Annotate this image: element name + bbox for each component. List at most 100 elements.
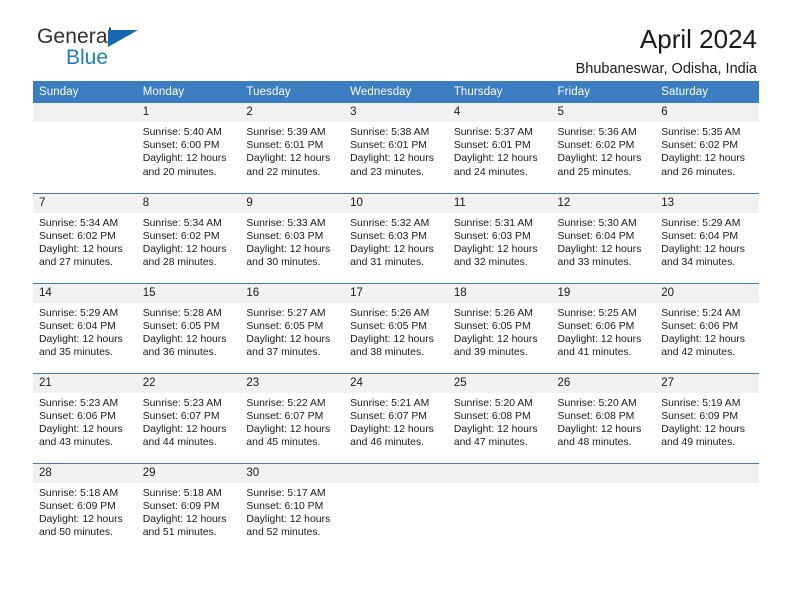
- day-number: 30: [240, 463, 345, 483]
- sunrise-text: Sunrise: 5:27 AM: [246, 307, 326, 319]
- calendar-day-cell[interactable]: 4 Sunrise: 5:37 AM Sunset: 6:01 PM Daylight…: [447, 103, 552, 193]
- sunrise-text: Sunrise: 5:23 AM: [39, 397, 119, 409]
- calendar-day-cell[interactable]: 18 Sunrise: 5:26 AM Sunset: 6:05 PM Dayligh…: [447, 282, 552, 373]
- sunrise-text: Sunrise: 5:20 AM: [557, 397, 637, 409]
- day-info: Sunrise: 5:31 AM Sunset: 6:03 PM Daylight:…: [448, 213, 552, 270]
- calendar-day-cell[interactable]: 14 Sunrise: 5:29 AM Sunset: 6:04 PM Dayligh…: [33, 282, 137, 373]
- calendar-header-row: Sunday Monday Tuesday Wednesday Thursday Frid…: [33, 81, 759, 103]
- calendar-day-cell[interactable]: 1 Sunrise: 5:40 AM Sunset: 6:00 PM Daylight…: [136, 103, 241, 193]
- calendar-day-cell[interactable]: 29 Sunrise: 5:18 AM Sunset: 6:09 PM Dayligh…: [136, 462, 241, 553]
- calendar-cell-empty: [344, 462, 448, 553]
- day-info: Sunrise: 5:23 AM Sunset: 6:07 PM Daylight:…: [137, 393, 241, 450]
- calendar-day-cell[interactable]: 21 Sunrise: 5:23 AM Sunset: 6:06 PM Dayligh…: [33, 372, 137, 463]
- sunrise-text: Sunrise: 5:40 AM: [142, 127, 222, 138]
- calendar-day-cell[interactable]: 15 Sunrise: 5:28 AM Sunset: 6:05 PM Dayligh…: [136, 282, 241, 373]
- calendar-day-cell[interactable]: 30 Sunrise: 5:17 AM Sunset: 6:10 PM Dayligh…: [240, 462, 345, 553]
- day-info: Sunrise: 5:18 AM Sunset: 6:09 PM Daylight:…: [33, 483, 137, 540]
- sunset-text: Sunset: 6:04 PM: [39, 320, 116, 332]
- day-number: 27: [655, 373, 759, 393]
- sunset-text: Sunset: 6:08 PM: [557, 410, 635, 422]
- calendar-day-cell[interactable]: 13 Sunrise: 5:29 AM Sunset: 6:04 PM Dayligh…: [655, 192, 759, 283]
- day-number: 6: [655, 103, 759, 122]
- day-number: 19: [551, 283, 656, 303]
- daylight-text: Daylight: 12 hours and 49 minutes.: [661, 423, 745, 449]
- sunrise-text: Sunrise: 5:23 AM: [142, 397, 222, 409]
- day-info: Sunrise: 5:26 AM Sunset: 6:05 PM Daylight:…: [448, 303, 552, 360]
- sunrise-text: Sunrise: 5:32 AM: [350, 217, 430, 229]
- sunset-text: Sunset: 6:06 PM: [661, 320, 739, 332]
- sunrise-text: Sunrise: 5:35 AM: [661, 127, 741, 138]
- day-info: Sunrise: 5:40 AM Sunset: 6:00 PM Daylight:…: [137, 122, 241, 179]
- day-number: 8: [136, 193, 241, 213]
- sunrise-text: Sunrise: 5:37 AM: [453, 127, 533, 138]
- sunset-text: Sunset: 6:03 PM: [246, 230, 324, 242]
- page-header: General Blue April 2024 Bhubaneswar, Odi…: [33, 0, 759, 77]
- calendar-day-cell[interactable]: 12 Sunrise: 5:30 AM Sunset: 6:04 PM Dayligh…: [551, 192, 656, 283]
- daylight-text: Daylight: 12 hours and 51 minutes.: [142, 513, 227, 539]
- day-info: Sunrise: 5:32 AM Sunset: 6:03 PM Daylight:…: [344, 213, 448, 270]
- calendar-day-cell[interactable]: 27 Sunrise: 5:19 AM Sunset: 6:09 PM Dayligh…: [655, 372, 759, 463]
- day-number: 15: [136, 283, 241, 303]
- sunrise-text: Sunrise: 5:18 AM: [142, 487, 222, 499]
- calendar-day-cell[interactable]: 2 Sunrise: 5:39 AM Sunset: 6:01 PM Daylight…: [240, 103, 345, 193]
- sunset-text: Sunset: 6:02 PM: [661, 140, 739, 152]
- day-info: Sunrise: 5:26 AM Sunset: 6:05 PM Daylight:…: [344, 303, 448, 360]
- calendar-day-cell[interactable]: 11 Sunrise: 5:31 AM Sunset: 6:03 PM Dayligh…: [447, 192, 552, 283]
- sunrise-text: Sunrise: 5:34 AM: [142, 217, 222, 229]
- brand-logo[interactable]: General Blue: [37, 26, 167, 76]
- calendar-day-cell[interactable]: 9 Sunrise: 5:33 AM Sunset: 6:03 PM Daylight…: [240, 192, 345, 283]
- calendar-day-cell[interactable]: 24 Sunrise: 5:21 AM Sunset: 6:07 PM Dayligh…: [344, 372, 448, 463]
- day-info: Sunrise: 5:20 AM Sunset: 6:08 PM Daylight:…: [552, 393, 656, 450]
- daylight-text: Daylight: 12 hours and 20 minutes.: [142, 153, 227, 178]
- day-info: Sunrise: 5:36 AM Sunset: 6:02 PM Daylight:…: [552, 122, 656, 179]
- sunset-text: Sunset: 6:05 PM: [453, 320, 531, 332]
- daylight-text: Daylight: 12 hours and 24 minutes.: [453, 153, 538, 178]
- day-number: 22: [136, 373, 241, 393]
- calendar-day-cell[interactable]: 16 Sunrise: 5:27 AM Sunset: 6:05 PM Dayligh…: [240, 282, 345, 373]
- day-info: Sunrise: 5:34 AM Sunset: 6:02 PM Daylight:…: [33, 213, 137, 270]
- day-number: 25: [447, 373, 552, 393]
- sunrise-text: Sunrise: 5:29 AM: [39, 307, 119, 319]
- sunrise-text: Sunrise: 5:26 AM: [350, 307, 430, 319]
- calendar-cell-empty: [655, 462, 759, 553]
- calendar-day-cell[interactable]: 5 Sunrise: 5:36 AM Sunset: 6:02 PM Daylight…: [551, 103, 656, 193]
- sunset-text: Sunset: 6:04 PM: [557, 230, 635, 242]
- daylight-text: Daylight: 12 hours and 42 minutes.: [661, 333, 745, 359]
- day-info: Sunrise: 5:18 AM Sunset: 6:09 PM Daylight:…: [137, 483, 241, 540]
- daylight-text: Daylight: 12 hours and 38 minutes.: [350, 333, 434, 359]
- day-number: 26: [551, 373, 656, 393]
- calendar-day-cell[interactable]: 6 Sunrise: 5:35 AM Sunset: 6:02 PM Daylight…: [655, 103, 759, 193]
- daylight-text: Daylight: 12 hours and 27 minutes.: [39, 243, 123, 269]
- calendar-day-cell[interactable]: 23 Sunrise: 5:22 AM Sunset: 6:07 PM Dayligh…: [240, 372, 345, 463]
- daylight-text: Daylight: 12 hours and 46 minutes.: [350, 423, 434, 449]
- calendar-day-cell[interactable]: 19 Sunrise: 5:25 AM Sunset: 6:06 PM Dayligh…: [551, 282, 656, 373]
- calendar-day-cell[interactable]: 17 Sunrise: 5:26 AM Sunset: 6:05 PM Dayligh…: [344, 282, 448, 373]
- sunset-text: Sunset: 6:02 PM: [142, 230, 220, 242]
- daylight-text: Daylight: 12 hours and 36 minutes.: [142, 333, 227, 359]
- day-number: 4: [447, 103, 552, 122]
- calendar-day-cell[interactable]: 26 Sunrise: 5:20 AM Sunset: 6:08 PM Dayligh…: [551, 372, 656, 463]
- daylight-text: Daylight: 12 hours and 25 minutes.: [557, 153, 642, 178]
- day-number: 17: [344, 283, 448, 303]
- calendar-day-cell[interactable]: 28 Sunrise: 5:18 AM Sunset: 6:09 PM Dayligh…: [33, 462, 137, 553]
- calendar-day-cell[interactable]: 25 Sunrise: 5:20 AM Sunset: 6:08 PM Dayligh…: [447, 372, 552, 463]
- day-info: Sunrise: 5:34 AM Sunset: 6:02 PM Daylight:…: [137, 213, 241, 270]
- calendar-day-cell[interactable]: 3 Sunrise: 5:38 AM Sunset: 6:01 PM Daylight…: [344, 103, 448, 193]
- calendar-day-cell[interactable]: 8 Sunrise: 5:34 AM Sunset: 6:02 PM Daylight…: [136, 192, 241, 283]
- day-info: Sunrise: 5:17 AM Sunset: 6:10 PM Daylight:…: [240, 483, 344, 540]
- calendar-day-cell[interactable]: 10 Sunrise: 5:32 AM Sunset: 6:03 PM Dayligh…: [344, 192, 448, 283]
- sunrise-text: Sunrise: 5:39 AM: [246, 127, 326, 138]
- calendar-day-cell[interactable]: 22 Sunrise: 5:23 AM Sunset: 6:07 PM Dayligh…: [136, 372, 241, 463]
- day-number: 29: [136, 463, 241, 483]
- daylight-text: Daylight: 12 hours and 32 minutes.: [453, 243, 538, 269]
- sunset-text: Sunset: 6:07 PM: [142, 410, 220, 422]
- calendar-day-cell[interactable]: 20 Sunrise: 5:24 AM Sunset: 6:06 PM Dayligh…: [655, 282, 759, 373]
- calendar-page: General Blue April 2024 Bhubaneswar, Odi…: [0, 0, 792, 612]
- day-info: Sunrise: 5:21 AM Sunset: 6:07 PM Daylight:…: [344, 393, 448, 450]
- day-number: 7: [33, 193, 137, 213]
- sunrise-text: Sunrise: 5:34 AM: [39, 217, 119, 229]
- weekday-header-wednesday: Wednesday: [344, 81, 448, 103]
- sunrise-text: Sunrise: 5:17 AM: [246, 487, 326, 499]
- calendar-day-cell[interactable]: 7 Sunrise: 5:34 AM Sunset: 6:02 PM Daylight…: [33, 192, 137, 283]
- weekday-header-tuesday: Tuesday: [240, 81, 345, 103]
